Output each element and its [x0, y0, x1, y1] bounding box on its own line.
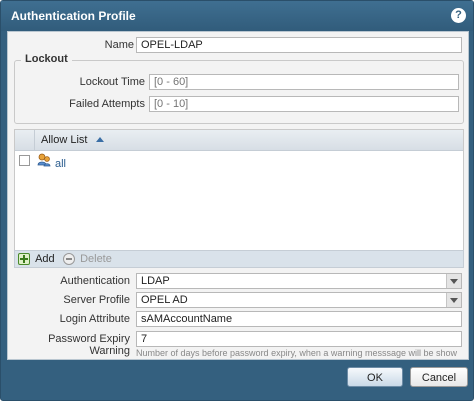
- dialog-body: Name Lockout Lockout Time Failed Attempt…: [7, 31, 469, 360]
- row-checkbox[interactable]: [19, 155, 30, 166]
- dialog-title: Authentication Profile: [11, 9, 136, 23]
- authentication-profile-dialog: Authentication Profile ? Name Lockout Lo…: [0, 0, 474, 401]
- failed-attempts-label: Failed Attempts: [69, 98, 145, 110]
- ok-button[interactable]: OK: [347, 367, 403, 387]
- delete-icon: [63, 253, 75, 265]
- password-expiry-label: Password Expiry Warning: [48, 333, 130, 357]
- password-expiry-hint: Number of days before password expiry, w…: [136, 348, 457, 358]
- server-profile-label: Server Profile: [63, 294, 130, 306]
- column-divider: [34, 130, 35, 150]
- allow-list-value: all: [55, 158, 67, 170]
- delete-label: Delete: [80, 253, 112, 265]
- name-label: Name: [104, 39, 134, 51]
- delete-button[interactable]: Delete: [63, 252, 112, 266]
- add-button[interactable]: Add: [18, 252, 55, 266]
- lockout-fieldset: Lockout Lockout Time Failed Attempts: [14, 53, 464, 124]
- login-attribute-label: Login Attribute: [59, 313, 130, 325]
- lockout-time-input[interactable]: [149, 74, 459, 90]
- server-profile-value: OPEL AD: [141, 294, 188, 306]
- chevron-down-icon[interactable]: [446, 274, 461, 288]
- authentication-value: LDAP: [141, 275, 170, 287]
- user-group-icon: [37, 153, 51, 167]
- chevron-down-icon[interactable]: [446, 293, 461, 307]
- cancel-button[interactable]: Cancel: [410, 367, 468, 387]
- authentication-label: Authentication: [60, 275, 130, 287]
- lockout-legend: Lockout: [21, 53, 72, 65]
- password-expiry-input[interactable]: [136, 331, 462, 347]
- allow-list-column-header[interactable]: Allow List: [41, 134, 87, 146]
- login-attribute-input[interactable]: [136, 311, 462, 327]
- lockout-time-label: Lockout Time: [79, 76, 145, 88]
- dialog-titlebar: Authentication Profile ?: [1, 1, 473, 31]
- authentication-select[interactable]: LDAP: [136, 273, 462, 289]
- allow-list-header: Allow List: [15, 130, 463, 151]
- allow-list-grid: Allow List all: [14, 129, 464, 268]
- name-input[interactable]: [136, 37, 462, 53]
- header-spacer: [19, 135, 30, 146]
- allow-list-toolbar: Add Delete: [14, 250, 464, 268]
- failed-attempts-input[interactable]: [149, 96, 459, 112]
- list-item[interactable]: all: [15, 151, 463, 171]
- help-icon[interactable]: ?: [451, 8, 466, 23]
- add-label: Add: [35, 253, 55, 265]
- add-icon: [18, 253, 30, 265]
- server-profile-select[interactable]: OPEL AD: [136, 292, 462, 308]
- sort-ascending-icon[interactable]: [96, 137, 104, 142]
